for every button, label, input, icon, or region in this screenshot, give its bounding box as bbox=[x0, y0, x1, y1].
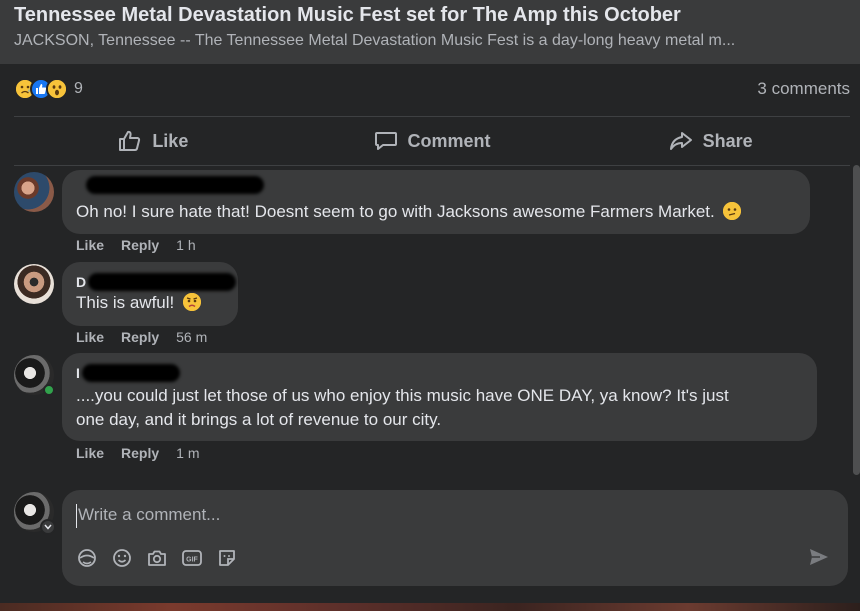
comment-author-initial: D bbox=[76, 274, 87, 290]
comment-button[interactable]: Comment bbox=[293, 117, 572, 165]
comment-author[interactable]: D bbox=[76, 270, 236, 291]
comment-reply-link[interactable]: Reply bbox=[121, 445, 159, 461]
share-icon bbox=[669, 132, 692, 150]
comment-author-initial: I bbox=[76, 365, 80, 381]
comment-reply-link[interactable]: Reply bbox=[121, 237, 159, 253]
comment-item: Oh no! I sure hate that! Doesnt seem to … bbox=[14, 170, 814, 262]
composer-tools: GIF bbox=[76, 546, 251, 570]
link-preview[interactable]: Tennessee Metal Devastation Music Fest s… bbox=[0, 0, 860, 64]
comment-composer[interactable]: Write a comment... GIF bbox=[62, 490, 848, 586]
comment-bubble: D This is awful! bbox=[62, 262, 238, 326]
online-status-dot bbox=[43, 384, 55, 396]
like-button[interactable]: Like bbox=[14, 117, 293, 165]
chevron-down-icon[interactable] bbox=[40, 519, 56, 535]
comment-timestamp[interactable]: 1 h bbox=[176, 237, 195, 253]
comment-text-line: one day, and it brings a lot of revenue … bbox=[76, 410, 442, 429]
comment-meta: Like Reply 1 h bbox=[76, 237, 213, 253]
comments-count[interactable]: 3 comments bbox=[757, 79, 850, 99]
worried-emoji bbox=[182, 293, 201, 311]
emoji-icon[interactable] bbox=[111, 546, 146, 570]
comment-like-link[interactable]: Like bbox=[76, 237, 104, 253]
comment-bubble: Oh no! I sure hate that! Doesnt seem to … bbox=[62, 170, 810, 234]
comment-text-body: Oh no! I sure hate that! Doesnt seem to … bbox=[76, 202, 715, 221]
redacted-name bbox=[88, 273, 236, 291]
gif-icon[interactable]: GIF bbox=[181, 546, 216, 570]
comment-bubble: I ....you could just let those of us who… bbox=[62, 353, 817, 441]
send-icon[interactable] bbox=[808, 546, 830, 573]
link-title[interactable]: Tennessee Metal Devastation Music Fest s… bbox=[14, 4, 846, 26]
post-actions: Like Comment Share bbox=[14, 116, 850, 166]
comment-item: I ....you could just let those of us who… bbox=[14, 353, 834, 475]
comment-text: This is awful! bbox=[76, 291, 224, 315]
comment-meta: Like Reply 1 m bbox=[76, 445, 216, 461]
composer-avatar[interactable] bbox=[14, 492, 56, 535]
comment-author[interactable] bbox=[76, 176, 796, 194]
next-post-image-edge bbox=[0, 603, 860, 611]
link-description: JACKSON, Tennessee -- The Tennessee Meta… bbox=[14, 32, 736, 49]
sticker-icon[interactable] bbox=[216, 546, 251, 570]
comment-icon bbox=[374, 132, 397, 150]
comment-author[interactable]: I bbox=[76, 361, 803, 382]
comment-like-link[interactable]: Like bbox=[76, 445, 104, 461]
redacted-name bbox=[82, 364, 180, 382]
comment-timestamp[interactable]: 56 m bbox=[176, 329, 207, 345]
comment-reply-link[interactable]: Reply bbox=[121, 329, 159, 345]
camera-icon[interactable] bbox=[146, 546, 181, 570]
like-button-label: Like bbox=[152, 130, 189, 151]
comment-text-line: ....you could just let those of us who e… bbox=[76, 386, 729, 405]
redacted-name bbox=[86, 176, 264, 194]
scrollbar[interactable] bbox=[853, 165, 860, 475]
reaction-icons[interactable]: 9 bbox=[14, 78, 83, 100]
share-button-label: Share bbox=[702, 130, 753, 151]
reaction-count[interactable]: 9 bbox=[74, 80, 83, 98]
share-button[interactable]: Share bbox=[571, 117, 850, 165]
comment-input[interactable]: Write a comment... bbox=[76, 504, 776, 528]
comment-text: ....you could just let those of us who e… bbox=[76, 384, 803, 432]
comment-timestamp[interactable]: 1 m bbox=[176, 445, 199, 461]
reactions-summary: 9 3 comments bbox=[14, 74, 850, 104]
avatar-sticker-icon[interactable] bbox=[76, 546, 111, 570]
comment-text: Oh no! I sure hate that! Doesnt seem to … bbox=[76, 200, 796, 224]
confused-emoji bbox=[723, 202, 742, 220]
comment-like-link[interactable]: Like bbox=[76, 329, 104, 345]
comment-meta: Like Reply 56 m bbox=[76, 329, 224, 345]
svg-text:GIF: GIF bbox=[186, 557, 198, 564]
comment-text-body: This is awful! bbox=[76, 293, 175, 312]
comment-button-label: Comment bbox=[407, 130, 491, 151]
comment-item: D This is awful! Like Reply 56 m bbox=[14, 262, 814, 354]
wow-icon bbox=[46, 78, 68, 100]
avatar[interactable] bbox=[14, 264, 54, 304]
avatar[interactable] bbox=[14, 172, 54, 212]
like-outline-icon bbox=[119, 130, 141, 151]
